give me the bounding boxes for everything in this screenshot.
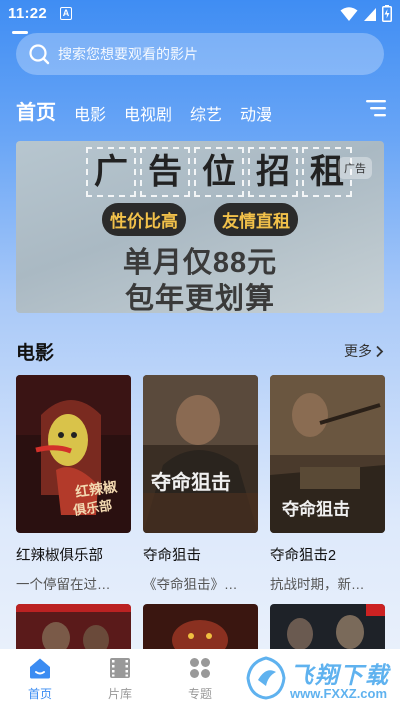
watermark-logo-icon — [246, 656, 286, 700]
movie-poster: 红辣椒 俱乐部 — [16, 375, 131, 533]
movie-poster[interactable] — [143, 604, 258, 654]
menu-icon[interactable] — [364, 98, 386, 118]
film-icon — [110, 658, 130, 678]
movie-description: 《夺命狙击》… — [143, 577, 238, 592]
svg-text:夺命狙击: 夺命狙击 — [150, 470, 231, 494]
tab-home[interactable]: 首页 — [16, 96, 56, 125]
movie-poster: 夺命狙击 — [270, 375, 385, 533]
tab-anime[interactable]: 动漫 — [240, 101, 272, 125]
banner-promo-line: 包年更划算 — [124, 283, 275, 313]
wifi-icon — [340, 6, 358, 21]
movie-title: 夺命狙击 — [143, 548, 201, 564]
notification-icon: A — [60, 7, 72, 20]
home-icon — [30, 658, 50, 679]
banner-title-char: 告 — [140, 147, 190, 197]
category-tabs: 首页 电影 电视剧 综艺 动漫 — [16, 96, 290, 125]
banner-title-char: 招 — [248, 147, 298, 197]
banner-title: 广 告 位 招 租 — [86, 147, 352, 197]
ad-badge: 广告 — [338, 157, 372, 179]
status-time: 11:22 — [8, 5, 48, 22]
tab-tv[interactable]: 电视剧 — [124, 101, 172, 125]
banner-title-char: 位 — [194, 147, 244, 197]
movie-description: 一个停留在过… — [16, 577, 111, 592]
grid-icon — [190, 658, 210, 678]
movie-poster[interactable] — [16, 604, 131, 654]
movie-title: 夺命狙击2 — [270, 548, 337, 564]
section-title: 电影 — [16, 343, 55, 364]
movie-card[interactable]: 夺命狙击 夺命狙击 《夺命狙击》… — [143, 375, 258, 593]
nav-topics[interactable]: 专题 — [160, 649, 240, 712]
movie-card[interactable]: 红辣椒 俱乐部 红辣椒俱乐部 一个停留在过… — [16, 375, 131, 593]
nav-library[interactable]: 片库 — [80, 649, 160, 712]
watermark-url: www.FXXZ.com — [290, 686, 388, 701]
more-link[interactable]: 更多 — [344, 341, 384, 361]
battery-icon — [382, 5, 392, 22]
movie-description: 抗战时期，新… — [270, 577, 365, 592]
active-tab-indicator — [12, 31, 28, 34]
signal-icon — [364, 7, 376, 21]
watermark-title: 飞翔下载 — [290, 662, 390, 688]
ad-banner[interactable]: 广 告 位 招 租 广告 性价比高 友情直租 单月仅88元 包年更划算 — [16, 141, 384, 313]
nav-home[interactable]: 首页 — [0, 649, 80, 712]
svg-text:夺命狙击: 夺命狙击 — [281, 499, 350, 520]
watermark: 飞翔下载 www.FXXZ.com — [244, 652, 394, 708]
nav-label: 首页 — [27, 687, 52, 701]
movie-card[interactable]: 夺命狙击 夺命狙击2 抗战时期，新… — [270, 375, 385, 593]
status-icons — [340, 5, 392, 22]
banner-title-char: 广 — [86, 147, 136, 197]
search-input[interactable]: 搜索您想要观看的影片 — [16, 33, 384, 75]
tab-movies[interactable]: 电影 — [74, 101, 106, 125]
nav-label: 专题 — [187, 687, 212, 701]
search-icon — [29, 44, 50, 65]
nav-label: 片库 — [107, 687, 132, 701]
status-bar: 11:22 A — [0, 0, 400, 28]
movie-poster: 夺命狙击 — [143, 375, 258, 533]
chevron-right-icon — [376, 345, 384, 357]
movie-poster[interactable] — [270, 604, 385, 654]
banner-tag: 性价比高 — [102, 203, 186, 236]
more-label: 更多 — [344, 343, 372, 359]
banner-tags: 性价比高 友情直租 — [16, 203, 384, 236]
search-placeholder: 搜索您想要观看的影片 — [58, 46, 198, 62]
movie-title: 红辣椒俱乐部 — [16, 548, 103, 564]
tab-variety[interactable]: 综艺 — [190, 101, 222, 125]
banner-tag: 友情直租 — [214, 203, 298, 236]
